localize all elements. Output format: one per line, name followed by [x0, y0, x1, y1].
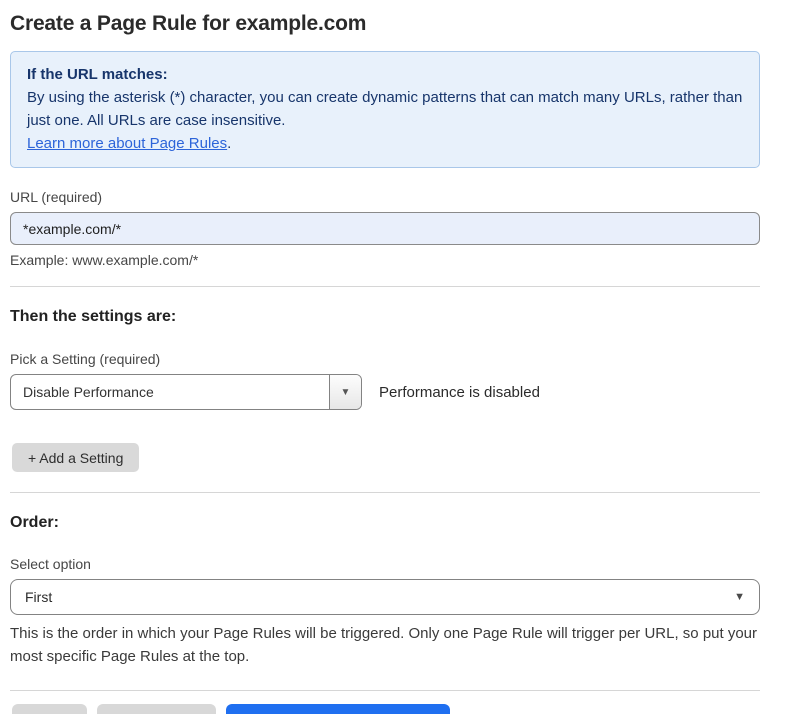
info-box-body: By using the asterisk (*) character, you…	[27, 86, 743, 132]
page-title: Create a Page Rule for example.com	[10, 12, 760, 36]
link-period: .	[227, 135, 231, 152]
settings-section-heading: Then the settings are:	[10, 308, 760, 326]
url-match-info-box: If the URL matches: By using the asteris…	[10, 51, 760, 168]
save-and-deploy-button[interactable]: Save and Deploy Page Rule	[226, 704, 450, 714]
url-field-label: URL (required)	[10, 189, 760, 205]
save-as-draft-button[interactable]: Save as Draft	[97, 704, 216, 714]
setting-status-text: Performance is disabled	[379, 384, 540, 401]
add-setting-button[interactable]: + Add a Setting	[12, 443, 139, 472]
order-select-value: First	[25, 589, 52, 605]
page-rule-form: Create a Page Rule for example.com If th…	[0, 0, 790, 714]
chevron-down-icon: ▼	[341, 387, 351, 398]
setting-picker-label: Pick a Setting (required)	[10, 351, 760, 367]
setting-dropdown[interactable]: Disable Performance ▼	[10, 374, 362, 410]
setting-row: Disable Performance ▼ Performance is dis…	[10, 374, 760, 410]
learn-more-link[interactable]: Learn more about Page Rules	[27, 135, 227, 152]
cancel-button[interactable]: Cancel	[12, 704, 87, 714]
order-select[interactable]: First ▼	[10, 579, 760, 615]
url-example-text: Example: www.example.com/*	[10, 252, 760, 268]
divider	[10, 690, 760, 691]
order-section-heading: Order:	[10, 514, 760, 532]
info-box-heading: If the URL matches:	[27, 63, 743, 86]
divider	[10, 286, 760, 287]
chevron-down-icon: ▼	[734, 591, 745, 603]
divider	[10, 492, 760, 493]
order-select-label: Select option	[10, 556, 760, 572]
dropdown-arrow-button[interactable]: ▼	[329, 375, 361, 409]
order-help-text: This is the order in which your Page Rul…	[10, 622, 760, 668]
setting-dropdown-value: Disable Performance	[11, 375, 329, 409]
form-actions: Cancel Save as Draft Save and Deploy Pag…	[12, 704, 760, 714]
url-input[interactable]	[10, 212, 760, 245]
info-box-link-line: Learn more about Page Rules.	[27, 132, 743, 155]
